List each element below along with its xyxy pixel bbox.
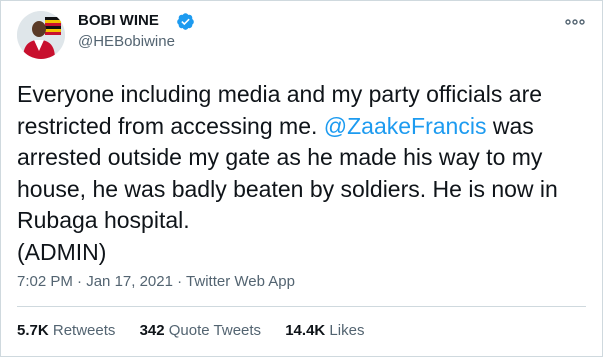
likes-stat[interactable]: 14.4K Likes [285, 322, 364, 339]
quote-tweets-stat[interactable]: 342 Quote Tweets [140, 322, 261, 339]
divider [17, 306, 586, 307]
tweet-date[interactable]: Jan 17, 2021 [86, 273, 173, 290]
meta-separator: · [177, 273, 183, 290]
mention-link[interactable]: @ZaakeFrancis [324, 113, 487, 139]
meta-separator: · [77, 273, 83, 290]
tweet-signoff: (ADMIN) [17, 238, 107, 265]
tweet-card: BOBI WINE @HEBobiwine Everyone including… [0, 0, 603, 357]
uganda-flag-icon [45, 17, 61, 35]
avatar-image [17, 11, 65, 59]
likes-label: Likes [329, 322, 365, 339]
retweets-stat[interactable]: 5.7K Retweets [17, 322, 115, 339]
likes-count: 14.4K [285, 322, 326, 339]
retweets-label: Retweets [52, 322, 116, 339]
tweet-source[interactable]: Twitter Web App [186, 273, 295, 290]
quote-tweets-label: Quote Tweets [168, 322, 262, 339]
tweet-stats: 5.7K Retweets 342 Quote Tweets 14.4K Lik… [17, 322, 384, 339]
author-handle[interactable]: @HEBobiwine [78, 33, 175, 50]
avatar[interactable] [17, 11, 65, 59]
more-options-icon[interactable] [564, 15, 586, 29]
tweet-time[interactable]: 7:02 PM [17, 273, 73, 290]
retweets-count: 5.7K [17, 322, 49, 339]
quote-tweets-count: 342 [139, 322, 165, 339]
verified-badge-icon [177, 13, 194, 30]
tweet-text: Everyone including media and my party of… [17, 79, 592, 268]
tweet-meta: 7:02 PM · Jan 17, 2021 · Twitter Web App [17, 273, 295, 290]
display-name[interactable]: BOBI WINE [78, 12, 159, 29]
